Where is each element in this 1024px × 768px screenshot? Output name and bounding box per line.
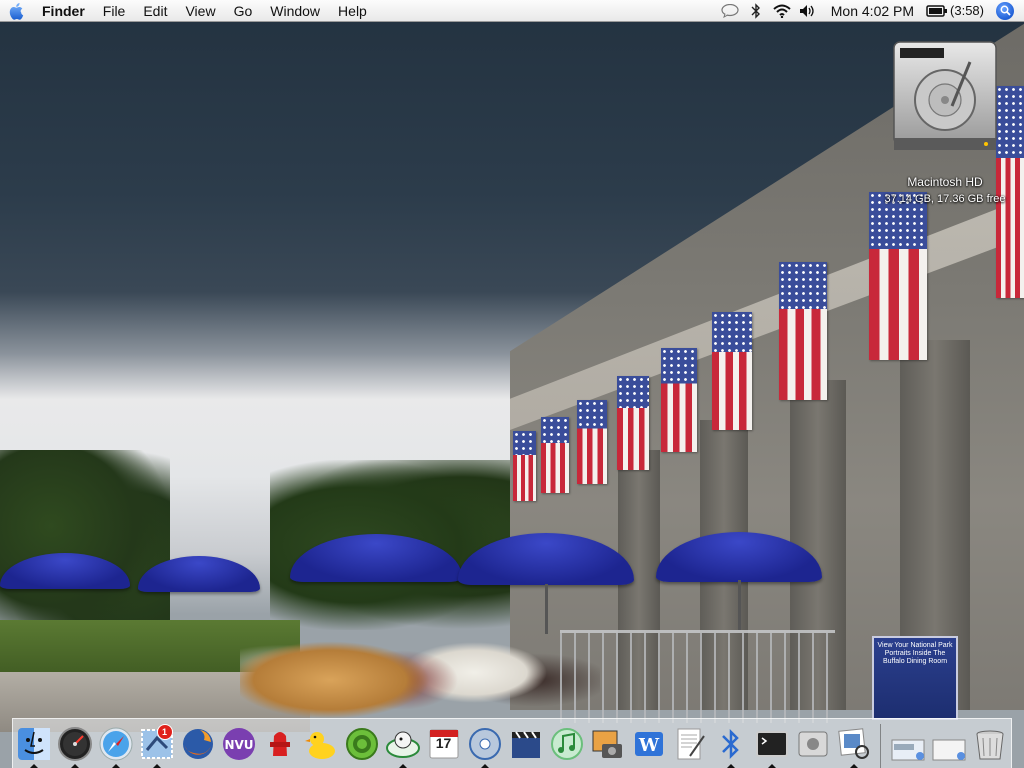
- running-indicator: [480, 764, 489, 768]
- dock-itunes[interactable]: [547, 722, 587, 768]
- dvd-icon: [468, 728, 501, 760]
- document-pen-icon: [677, 728, 705, 760]
- dock-rubber-duck[interactable]: [301, 722, 341, 768]
- mail-badge: 1: [156, 724, 173, 740]
- apple-menu-icon[interactable]: [0, 0, 34, 22]
- dock-word[interactable]: W: [629, 722, 669, 768]
- running-indicator: [152, 764, 161, 768]
- dock-nvu[interactable]: NVU: [219, 722, 259, 768]
- trash-icon: [976, 730, 1003, 760]
- hard-drive-label[interactable]: Macintosh HD: [860, 175, 1024, 189]
- bird-cloud-icon: [385, 731, 420, 758]
- dock-documents-stack[interactable]: [888, 722, 928, 768]
- trees-left: [0, 450, 170, 640]
- dock-iphoto[interactable]: [588, 722, 628, 768]
- flag: [869, 192, 927, 360]
- safari-icon: [99, 727, 132, 761]
- menu-view[interactable]: View: [176, 0, 224, 22]
- menu-help[interactable]: Help: [329, 0, 376, 22]
- people: [240, 575, 600, 725]
- flag: [712, 312, 752, 430]
- dock-safari[interactable]: [96, 722, 136, 768]
- dock-display-stack[interactable]: [929, 722, 969, 768]
- menubar-clock[interactable]: Mon 4:02 PM: [821, 3, 924, 19]
- dashboard-icon: [57, 727, 92, 761]
- battery-icon[interactable]: [924, 0, 950, 22]
- menu-edit[interactable]: Edit: [134, 0, 176, 22]
- dock-imovie[interactable]: [506, 722, 546, 768]
- calendar-date: 17: [435, 735, 452, 751]
- dock-weather-app[interactable]: [383, 722, 423, 768]
- apple-utility-icon: [798, 731, 827, 757]
- dock-red-app[interactable]: [260, 722, 300, 768]
- wifi-icon[interactable]: [769, 0, 795, 22]
- menu-extras: Mon 4:02 PM (3:58): [717, 0, 1024, 22]
- dock-textedit[interactable]: [670, 722, 710, 768]
- running-indicator: [70, 764, 79, 768]
- dock-preview[interactable]: [834, 722, 874, 768]
- dock-trash[interactable]: [970, 722, 1010, 768]
- railing: [560, 630, 835, 723]
- flag: [541, 417, 569, 493]
- flag: [577, 400, 607, 484]
- display-stack-icon: [932, 739, 965, 761]
- spotlight-icon[interactable]: [996, 1, 1014, 20]
- firefox-icon: [182, 729, 213, 759]
- dock-firefox[interactable]: [178, 722, 218, 768]
- fire-hydrant-icon: [269, 732, 290, 756]
- running-indicator: [767, 764, 776, 768]
- battery-time[interactable]: (3:58): [950, 3, 992, 18]
- dock-dashboard[interactable]: [55, 722, 95, 768]
- park-sign: View Your National Park Portraits Inside…: [872, 636, 958, 720]
- flag: [661, 348, 697, 452]
- umbrella-pole: [738, 580, 741, 630]
- flag: [617, 376, 649, 470]
- terminal-icon: [755, 731, 788, 757]
- dock-terminal[interactable]: [752, 722, 792, 768]
- dock-system-preferences[interactable]: [342, 722, 382, 768]
- nvu-icon: NVU: [222, 728, 255, 760]
- menu-file[interactable]: File: [94, 0, 135, 22]
- running-indicator: [849, 764, 858, 768]
- dock-ical[interactable]: 17: [424, 722, 464, 768]
- bluetooth-icon: [721, 728, 739, 760]
- rubber-duck-icon: [304, 732, 335, 759]
- finder-icon: [17, 728, 50, 760]
- running-indicator: [398, 764, 407, 768]
- desktop-wallpaper: View Your National Park Portraits Inside…: [0, 0, 1024, 768]
- menu-go[interactable]: Go: [225, 0, 262, 22]
- running-indicator: [111, 764, 120, 768]
- dock-dvd-player[interactable]: [465, 722, 505, 768]
- menu-bar: Finder File Edit View Go Window Help Mon…: [0, 0, 1024, 22]
- menu-finder[interactable]: Finder: [34, 0, 94, 22]
- photo-camera-icon: [592, 730, 622, 758]
- preview-icon: [837, 728, 869, 759]
- gear-icon: [345, 728, 378, 760]
- menu-window[interactable]: Window: [261, 0, 329, 22]
- flag: [513, 431, 536, 501]
- ichat-status-icon[interactable]: [717, 0, 743, 22]
- hard-drive-info: 37.14 GB, 17.36 GB free: [884, 193, 1006, 205]
- running-indicator: [29, 764, 38, 768]
- volume-icon[interactable]: [795, 0, 821, 22]
- hard-drive-icon[interactable]: [888, 40, 1002, 156]
- dock-finder[interactable]: [14, 722, 54, 768]
- flag: [779, 262, 827, 400]
- running-indicator: [726, 764, 735, 768]
- dock-separator: [880, 724, 881, 768]
- svg-text:W: W: [637, 735, 659, 756]
- documents-stack-icon: [891, 739, 924, 761]
- music-note-icon: [550, 728, 583, 760]
- bluetooth-icon[interactable]: [743, 0, 769, 22]
- word-icon: W: [634, 732, 663, 756]
- clapboard-icon: [511, 731, 540, 758]
- dock-utility[interactable]: [793, 722, 833, 768]
- dock-mail[interactable]: 1: [137, 722, 177, 768]
- svg-text:NVU: NVU: [224, 738, 253, 752]
- dock: 1 NVU 17 W: [12, 718, 1012, 768]
- dock-bluetooth[interactable]: [711, 722, 751, 768]
